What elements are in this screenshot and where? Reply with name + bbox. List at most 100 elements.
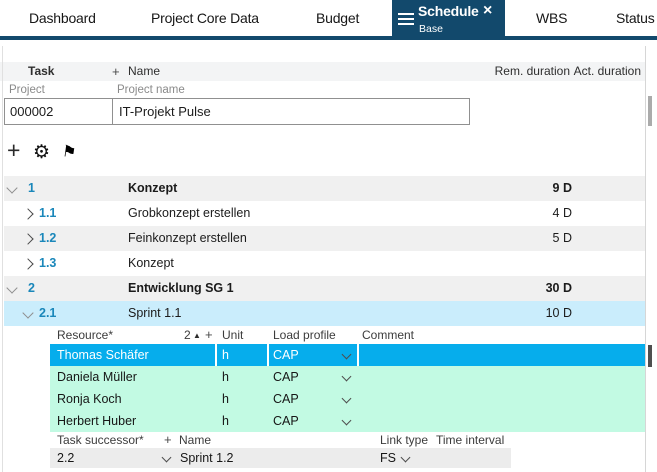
task-name: Konzept (128, 176, 177, 201)
chevron-down-icon[interactable] (342, 350, 352, 360)
add-successor-button[interactable]: + (164, 432, 172, 448)
resource-unit[interactable]: h (222, 388, 229, 410)
cell-divider (357, 344, 359, 366)
schedule-app-window: Dashboard Project Core Data Budget Sched… (0, 0, 657, 472)
task-duration: 30 D (546, 276, 572, 301)
column-header-task[interactable]: Task (28, 62, 54, 81)
task-row[interactable]: 1 Konzept 9 D (4, 176, 645, 201)
chevron-right-icon[interactable] (22, 258, 33, 269)
task-toolbar: + ⚙ ⚑ (0, 140, 300, 168)
load-profile-select[interactable]: CAP (273, 366, 299, 388)
sort-ascending-icon[interactable]: ▲ (193, 327, 201, 345)
task-number: 1.3 (39, 251, 56, 276)
sort-count: 2 (184, 326, 191, 344)
chevron-down-icon[interactable] (6, 282, 17, 293)
project-input-row: 000002 IT-Projekt Pulse (4, 98, 470, 125)
resource-name: Ronja Koch (57, 388, 122, 410)
successor-name: Sprint 1.2 (180, 448, 234, 468)
column-header-link-type[interactable]: Link type (380, 432, 428, 448)
successor-row[interactable]: 2.2 Sprint 1.2 FS (50, 448, 511, 468)
chevron-down-icon[interactable] (342, 416, 352, 426)
task-number: 1.1 (39, 201, 56, 226)
task-number: 2 (28, 276, 35, 301)
task-row[interactable]: 1.3 Konzept (4, 251, 645, 276)
task-name: Entwicklung SG 1 (128, 276, 234, 301)
task-row[interactable]: 2 Entwicklung SG 1 30 D (4, 276, 645, 301)
resource-row[interactable]: Daniela Müller h CAP (50, 366, 645, 388)
resource-row[interactable]: Ronja Koch h CAP (50, 388, 645, 410)
resource-unit[interactable]: h (222, 344, 229, 366)
resource-row[interactable]: Herbert Huber h CAP (50, 410, 645, 432)
gear-icon[interactable]: ⚙ (33, 141, 50, 164)
column-header-time-interval[interactable]: Time interval (436, 432, 504, 448)
project-id-field[interactable]: 000002 (5, 99, 113, 124)
chevron-down-icon[interactable] (401, 453, 411, 463)
chevron-down-icon[interactable] (22, 307, 33, 318)
task-name: Grobkonzept erstellen (128, 201, 250, 226)
column-header-name[interactable]: Name (179, 432, 211, 448)
successor-id-select[interactable]: 2.2 (57, 448, 74, 468)
load-profile-select[interactable]: CAP (273, 388, 299, 410)
link-type-select[interactable]: FS (380, 448, 396, 468)
project-name-label: Project name (117, 83, 185, 98)
tab-bar-underline (0, 36, 657, 40)
project-field-labels: Project Project name (0, 83, 645, 98)
vertical-scrollbar-thumb-inner[interactable] (648, 345, 652, 367)
project-label: Project (9, 83, 45, 98)
task-number: 1.2 (39, 226, 56, 251)
task-row[interactable]: 1.1 Grobkonzept erstellen 4 D (4, 201, 645, 226)
task-number: 2.1 (39, 301, 56, 326)
resource-name: Herbert Huber (57, 410, 136, 432)
column-header-task-successor[interactable]: Task successor* (57, 432, 144, 448)
chevron-right-icon[interactable] (22, 233, 33, 244)
cell-divider (267, 344, 269, 366)
tab-schedule-sublabel: Base (419, 23, 443, 35)
column-header-unit[interactable]: Unit (222, 326, 243, 344)
add-resource-button[interactable]: + (205, 326, 213, 344)
project-name-field[interactable]: IT-Projekt Pulse (114, 99, 469, 124)
resource-unit[interactable]: h (222, 410, 229, 432)
column-header-comment[interactable]: Comment (362, 326, 414, 344)
column-header-rem-duration[interactable]: Rem. duration (495, 62, 570, 81)
resource-row-selected[interactable]: Thomas Schäfer h CAP (50, 344, 645, 366)
load-profile-select[interactable]: CAP (273, 344, 299, 366)
tab-project-core-data[interactable]: Project Core Data (151, 0, 259, 36)
task-duration: 5 D (553, 226, 572, 251)
task-name: Sprint 1.1 (128, 301, 182, 326)
column-header-resource[interactable]: Resource* (57, 326, 113, 344)
task-duration: 9 D (553, 176, 572, 201)
tab-schedule-label: Schedule (418, 3, 479, 19)
task-duration: 4 D (553, 201, 572, 226)
tab-schedule[interactable]: Schedule × Base (392, 0, 505, 40)
task-row[interactable]: 1.2 Feinkonzept erstellen 5 D (4, 226, 645, 251)
flag-icon[interactable]: ⚑ (61, 141, 78, 163)
chevron-down-icon[interactable] (6, 182, 17, 193)
task-name: Konzept (128, 251, 174, 276)
load-profile-select[interactable]: CAP (273, 410, 299, 432)
tab-wbs[interactable]: WBS (536, 0, 567, 36)
vertical-scrollbar-thumb[interactable] (648, 96, 652, 126)
grid-column-header: Task + Name Rem. duration Act. duration (0, 62, 645, 81)
tab-status[interactable]: Status (616, 0, 655, 36)
resource-name: Thomas Schäfer (57, 344, 149, 366)
column-header-load-profile[interactable]: Load profile (273, 326, 336, 344)
add-column-icon[interactable]: + (112, 62, 120, 81)
panel-left-border (2, 46, 3, 472)
task-row-selected[interactable]: 2.1 Sprint 1.1 10 D (4, 301, 645, 326)
successor-table-header: Task successor* + Name Link type Time in… (0, 432, 645, 448)
resource-unit[interactable]: h (222, 366, 229, 388)
column-header-act-duration[interactable]: Act. duration (574, 62, 641, 81)
task-number: 1 (28, 176, 35, 201)
chevron-down-icon[interactable] (162, 453, 172, 463)
cell-divider (215, 344, 217, 366)
tab-dashboard[interactable]: Dashboard (29, 0, 96, 36)
close-icon[interactable]: × (483, 2, 492, 20)
tab-budget[interactable]: Budget (316, 0, 359, 36)
column-header-name[interactable]: Name (128, 62, 160, 81)
menu-icon[interactable] (398, 13, 414, 25)
add-task-button[interactable]: + (7, 137, 20, 164)
chevron-right-icon[interactable] (22, 208, 33, 219)
chevron-down-icon[interactable] (342, 394, 352, 404)
chevron-down-icon[interactable] (342, 372, 352, 382)
task-name: Feinkonzept erstellen (128, 226, 247, 251)
